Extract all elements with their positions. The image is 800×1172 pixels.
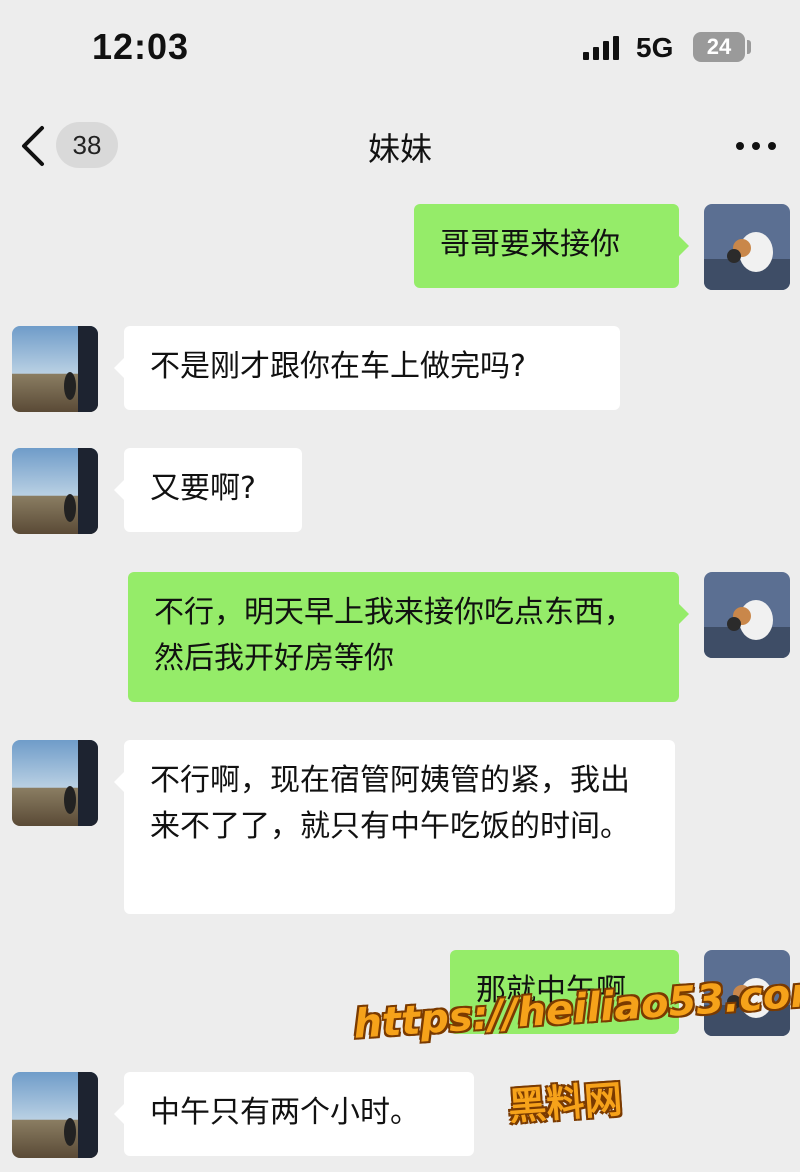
message-bubble[interactable]: 哥哥要来接你 [414, 204, 679, 288]
message-text: 中午只有两个小时。 [150, 1095, 420, 1130]
bubble-tail [114, 480, 124, 500]
message-text: 不是刚才跟你在车上做完吗? [150, 349, 526, 384]
bubble-tail [114, 1104, 124, 1124]
message-text: 哥哥要来接你 [440, 227, 620, 262]
status-time: 12:03 [92, 26, 190, 67]
bubble-tail [679, 236, 689, 256]
signal-strength-icon [583, 36, 619, 60]
network-type-label: 5G [636, 32, 674, 63]
contact-avatar[interactable] [12, 740, 98, 826]
more-options-icon[interactable] [734, 132, 778, 160]
contact-avatar[interactable] [12, 448, 98, 534]
message-bubble[interactable]: 不行啊，现在宿管阿姨管的紧，我出来不了了，就只有中午吃饭的时间。 [124, 740, 675, 914]
unread-count-badge[interactable]: 38 [56, 122, 118, 168]
chat-header: 38 妹妹 [0, 100, 800, 192]
message-bubble[interactable]: 不是刚才跟你在车上做完吗? [124, 326, 620, 410]
message-text: 不行，明天早上我来接你吃点东西，然后我开好房等你 [154, 595, 634, 676]
bubble-tail [679, 604, 689, 624]
battery-icon: 24 [693, 32, 745, 62]
bubble-tail [114, 358, 124, 378]
back-chevron-icon[interactable] [14, 122, 54, 170]
message-bubble[interactable]: 中午只有两个小时。 [124, 1072, 474, 1156]
contact-avatar[interactable] [12, 1072, 98, 1158]
my-avatar-cat[interactable] [704, 204, 790, 290]
my-avatar-cat[interactable] [704, 572, 790, 658]
status-bar: 12:03 5G 24 [0, 0, 800, 100]
message-bubble[interactable]: 又要啊? [124, 448, 302, 532]
chat-title: 妹妹 [367, 130, 432, 168]
bubble-tail [114, 772, 124, 792]
contact-avatar[interactable] [12, 326, 98, 412]
message-text: 又要啊? [150, 471, 256, 506]
watermark-site-name: 黑料网 [506, 1077, 624, 1129]
battery-tip [747, 40, 751, 54]
message-bubble[interactable]: 不行，明天早上我来接你吃点东西，然后我开好房等你 [128, 572, 679, 702]
message-text: 不行啊，现在宿管阿姨管的紧，我出来不了了，就只有中午吃饭的时间。 [150, 763, 630, 844]
